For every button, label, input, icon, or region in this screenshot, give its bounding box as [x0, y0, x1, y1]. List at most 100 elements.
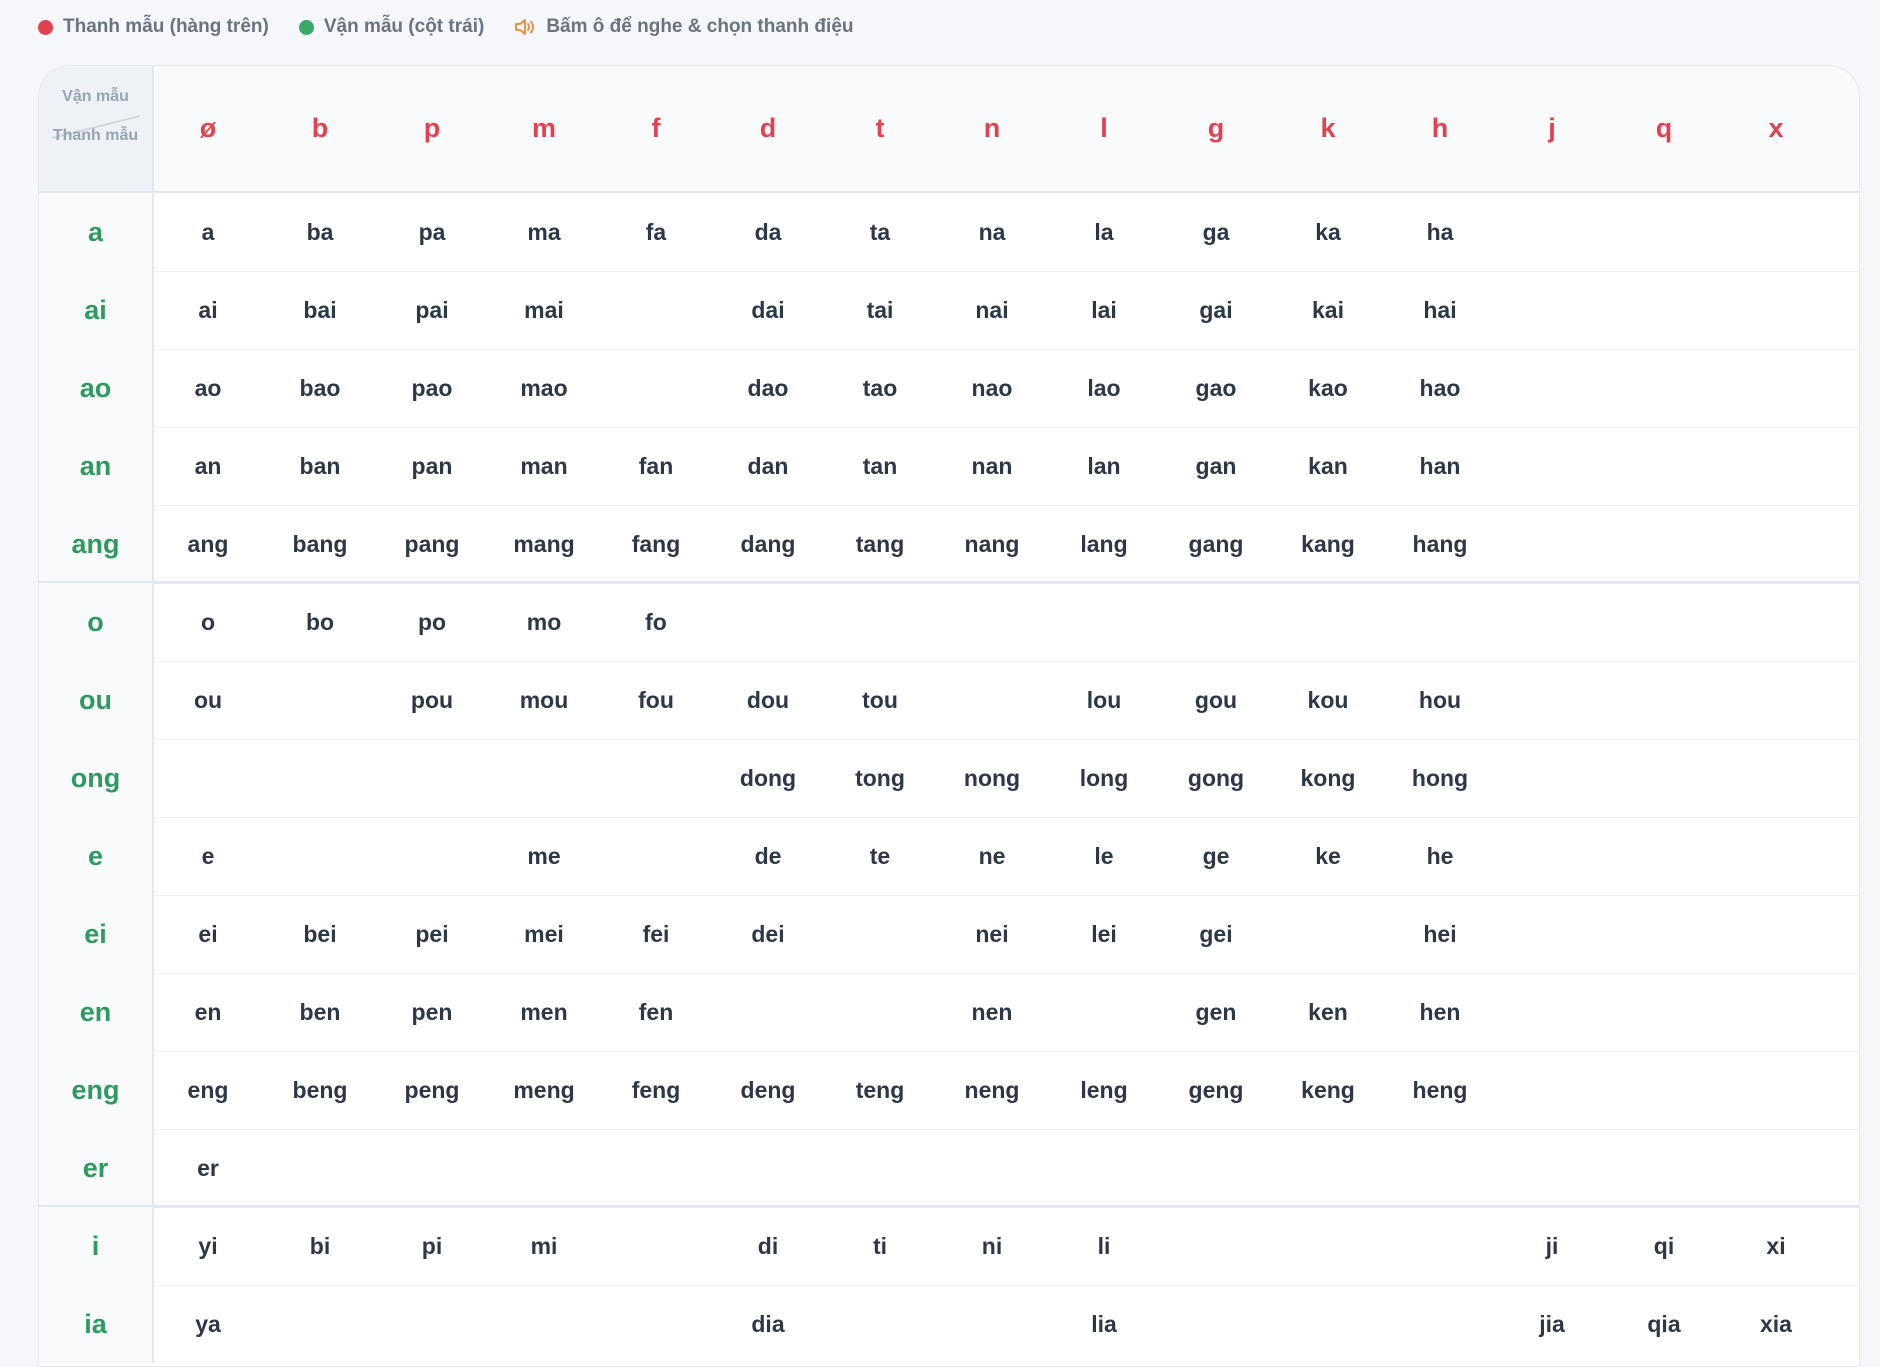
syllable-cell[interactable]: tou — [824, 661, 936, 739]
syllable-cell[interactable]: nai — [936, 271, 1048, 349]
syllable-cell[interactable]: hai — [1384, 271, 1496, 349]
syllable-cell[interactable]: kao — [1272, 349, 1384, 427]
syllable-cell[interactable]: dao — [712, 349, 824, 427]
syllable-cell[interactable]: han — [1384, 427, 1496, 505]
syllable-cell[interactable]: tong — [824, 739, 936, 817]
syllable-cell[interactable]: gao — [1160, 349, 1272, 427]
syllable-cell[interactable]: bei — [264, 895, 376, 973]
syllable-cell[interactable]: heng — [1384, 1051, 1496, 1129]
syllable-cell[interactable]: pen — [376, 973, 488, 1051]
syllable-cell[interactable]: kou — [1272, 661, 1384, 739]
syllable-cell[interactable]: ai — [152, 271, 264, 349]
syllable-cell[interactable]: ti — [824, 1207, 936, 1285]
syllable-cell[interactable]: nao — [936, 349, 1048, 427]
syllable-cell[interactable]: dia — [712, 1285, 824, 1363]
syllable-cell[interactable]: de — [712, 817, 824, 895]
syllable-cell[interactable]: ma — [488, 193, 600, 271]
syllable-cell[interactable]: ao — [152, 349, 264, 427]
syllable-cell[interactable]: tai — [824, 271, 936, 349]
syllable-cell[interactable]: fang — [600, 505, 712, 583]
syllable-cell[interactable]: nong — [936, 739, 1048, 817]
syllable-cell[interactable]: ang — [152, 505, 264, 583]
syllable-cell[interactable]: fa — [600, 193, 712, 271]
syllable-cell[interactable]: bao — [264, 349, 376, 427]
syllable-cell[interactable]: gong — [1160, 739, 1272, 817]
syllable-cell[interactable]: nei — [936, 895, 1048, 973]
syllable-cell[interactable]: mi — [488, 1207, 600, 1285]
syllable-cell[interactable]: kang — [1272, 505, 1384, 583]
syllable-cell[interactable]: hong — [1384, 739, 1496, 817]
syllable-cell[interactable]: deng — [712, 1051, 824, 1129]
syllable-cell[interactable]: neng — [936, 1051, 1048, 1129]
syllable-cell[interactable]: en — [152, 973, 264, 1051]
syllable-cell[interactable]: ba — [264, 193, 376, 271]
syllable-cell[interactable]: ou — [152, 661, 264, 739]
syllable-cell[interactable]: ka — [1272, 193, 1384, 271]
syllable-cell[interactable]: dou — [712, 661, 824, 739]
syllable-cell[interactable]: gen — [1160, 973, 1272, 1051]
syllable-cell[interactable]: lia — [1048, 1285, 1160, 1363]
syllable-cell[interactable]: ga — [1160, 193, 1272, 271]
syllable-cell[interactable]: qi — [1608, 1207, 1720, 1285]
syllable-cell[interactable]: hao — [1384, 349, 1496, 427]
syllable-cell[interactable]: feng — [600, 1051, 712, 1129]
syllable-cell[interactable]: di — [712, 1207, 824, 1285]
syllable-cell[interactable]: pao — [376, 349, 488, 427]
syllable-cell[interactable]: mang — [488, 505, 600, 583]
syllable-cell[interactable]: ge — [1160, 817, 1272, 895]
syllable-cell[interactable]: dan — [712, 427, 824, 505]
syllable-cell[interactable]: la — [1048, 193, 1160, 271]
syllable-cell[interactable]: beng — [264, 1051, 376, 1129]
syllable-cell[interactable]: nen — [936, 973, 1048, 1051]
syllable-cell[interactable]: pei — [376, 895, 488, 973]
syllable-cell[interactable]: xi — [1720, 1207, 1832, 1285]
syllable-cell[interactable]: dei — [712, 895, 824, 973]
syllable-cell[interactable]: da — [712, 193, 824, 271]
syllable-cell[interactable]: keng — [1272, 1051, 1384, 1129]
syllable-cell[interactable]: mao — [488, 349, 600, 427]
syllable-cell[interactable]: fou — [600, 661, 712, 739]
syllable-cell[interactable]: hei — [1384, 895, 1496, 973]
syllable-cell[interactable]: yi — [152, 1207, 264, 1285]
syllable-cell[interactable]: hen — [1384, 973, 1496, 1051]
syllable-cell[interactable]: kan — [1272, 427, 1384, 505]
syllable-cell[interactable]: hou — [1384, 661, 1496, 739]
syllable-cell[interactable]: dang — [712, 505, 824, 583]
syllable-cell[interactable]: na — [936, 193, 1048, 271]
syllable-cell[interactable]: a — [152, 193, 264, 271]
syllable-cell[interactable]: tao — [824, 349, 936, 427]
syllable-cell[interactable]: ha — [1384, 193, 1496, 271]
syllable-cell[interactable]: ta — [824, 193, 936, 271]
syllable-cell[interactable]: jia — [1496, 1285, 1608, 1363]
syllable-cell[interactable]: pou — [376, 661, 488, 739]
syllable-cell[interactable]: po — [376, 583, 488, 661]
syllable-cell[interactable]: bi — [264, 1207, 376, 1285]
syllable-cell[interactable]: ne — [936, 817, 1048, 895]
syllable-cell[interactable]: mei — [488, 895, 600, 973]
syllable-cell[interactable]: tan — [824, 427, 936, 505]
syllable-cell[interactable]: pi — [376, 1207, 488, 1285]
syllable-cell[interactable]: ji — [1496, 1207, 1608, 1285]
syllable-cell[interactable]: lei — [1048, 895, 1160, 973]
syllable-cell[interactable]: lou — [1048, 661, 1160, 739]
syllable-cell[interactable]: dai — [712, 271, 824, 349]
syllable-cell[interactable]: kong — [1272, 739, 1384, 817]
syllable-cell[interactable]: ni — [936, 1207, 1048, 1285]
syllable-cell[interactable]: gou — [1160, 661, 1272, 739]
syllable-cell[interactable]: fan — [600, 427, 712, 505]
syllable-cell[interactable]: kai — [1272, 271, 1384, 349]
syllable-cell[interactable]: pang — [376, 505, 488, 583]
syllable-cell[interactable]: ban — [264, 427, 376, 505]
syllable-cell[interactable]: fei — [600, 895, 712, 973]
syllable-cell[interactable]: me — [488, 817, 600, 895]
syllable-cell[interactable]: men — [488, 973, 600, 1051]
syllable-cell[interactable]: bo — [264, 583, 376, 661]
syllable-cell[interactable]: meng — [488, 1051, 600, 1129]
syllable-cell[interactable]: eng — [152, 1051, 264, 1129]
syllable-cell[interactable]: er — [152, 1129, 264, 1207]
syllable-cell[interactable]: dong — [712, 739, 824, 817]
syllable-cell[interactable]: geng — [1160, 1051, 1272, 1129]
syllable-cell[interactable]: lang — [1048, 505, 1160, 583]
syllable-cell[interactable]: o — [152, 583, 264, 661]
syllable-cell[interactable]: ken — [1272, 973, 1384, 1051]
